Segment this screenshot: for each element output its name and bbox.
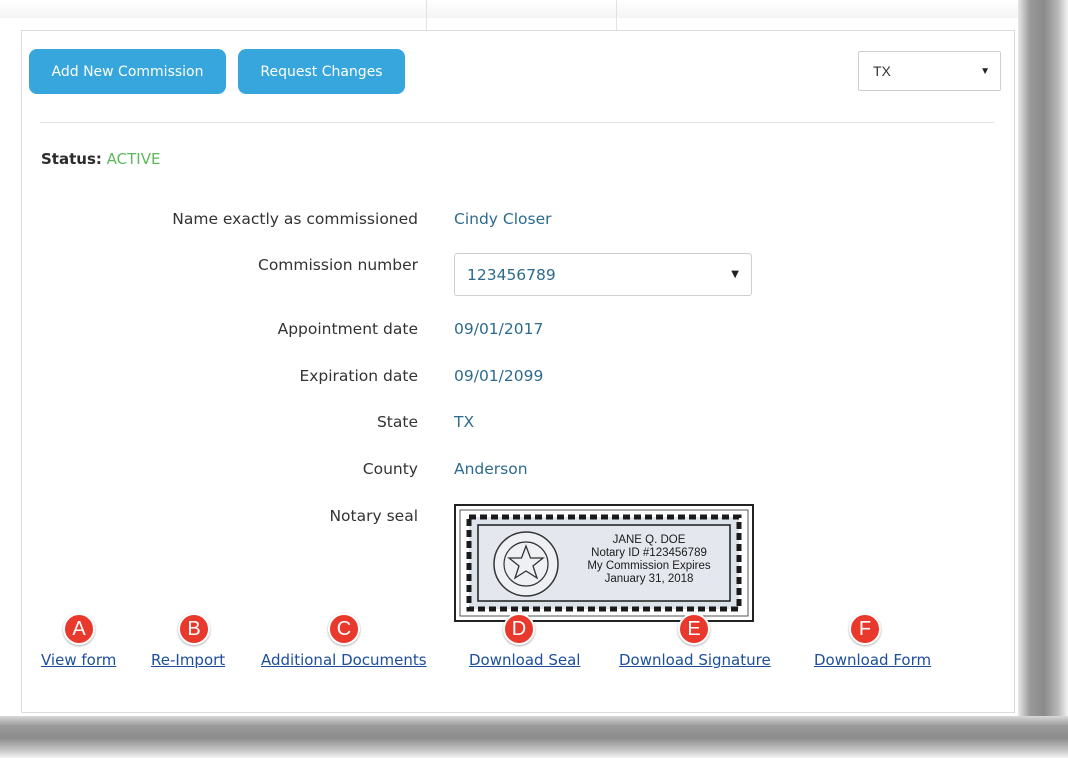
callout-badge-e: E [678,613,710,645]
notary-seal-image: JANE Q. DOE Notary ID #123456789 My Comm… [454,504,754,622]
commission-number-select[interactable]: 123456789 ▼ [454,253,752,296]
expiration-date-value: 09/01/2099 [454,367,544,385]
state-filter-value: TX [873,63,891,79]
state-filter-select[interactable]: TX ▼ [858,51,1001,91]
status-label: Status: [41,150,102,168]
state-value: TX [454,413,475,431]
commission-number-label: Commission number [258,256,418,274]
download-form-link[interactable]: Download Form [814,651,931,669]
screenshot-shadow-right [1018,0,1068,758]
callout-badge-a: A [63,613,95,645]
caret-down-icon: ▼ [980,65,990,77]
name-label: Name exactly as commissioned [172,210,418,228]
tab-divider [426,0,427,30]
top-tab-strip [0,0,1030,30]
seal-notary-id: Notary ID #123456789 [591,547,707,559]
re-import-link[interactable]: Re-Import [151,651,225,669]
appointment-date-value: 09/01/2017 [454,320,544,338]
caret-down-icon: ▼ [731,269,739,280]
seal-expires-label: My Commission Expires [587,560,711,572]
county-label: County [362,460,418,478]
seal-name: JANE Q. DOE [612,534,686,546]
name-value: Cindy Closer [454,210,552,228]
callout-badge-c: C [328,613,360,645]
notary-seal-label: Notary seal [329,507,418,525]
callout-badge-f: F [849,613,881,645]
callout-badge-b: B [178,613,210,645]
download-signature-link[interactable]: Download Signature [619,651,771,669]
expiration-date-label: Expiration date [299,367,418,385]
section-divider [40,122,994,123]
download-seal-link[interactable]: Download Seal [469,651,580,669]
additional-documents-link[interactable]: Additional Documents [261,651,427,669]
county-value: Anderson [454,460,528,478]
status-badge: ACTIVE [106,150,161,168]
tab-divider [616,0,617,30]
screenshot-shadow-bottom [0,716,1068,758]
status-line: Status: ACTIVE [41,150,160,168]
appointment-date-label: Appointment date [277,320,418,338]
seal-text-block: JANE Q. DOE Notary ID #123456789 My Comm… [564,534,734,586]
state-label: State [376,413,418,431]
view-form-link[interactable]: View form [41,651,116,669]
add-new-commission-button[interactable]: Add New Commission [29,49,226,94]
callout-badge-d: D [503,613,535,645]
commission-number-value: 123456789 [467,265,556,284]
seal-expires-date: January 31, 2018 [604,573,694,585]
request-changes-button[interactable]: Request Changes [238,49,405,94]
